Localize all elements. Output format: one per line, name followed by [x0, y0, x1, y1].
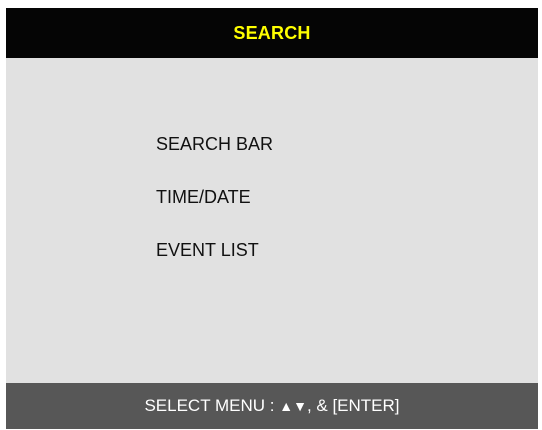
hint-bar: SELECT MENU : ▲▼, & [ENTER]: [6, 383, 538, 429]
menu-item-search-bar[interactable]: SEARCH BAR: [156, 130, 273, 158]
navigation-hint: SELECT MENU : ▲▼, & [ENTER]: [144, 396, 399, 416]
search-menu-list: SEARCH BAR TIME/DATE EVENT LIST: [156, 130, 273, 289]
hint-prefix: SELECT MENU :: [144, 396, 280, 415]
menu-item-event-list[interactable]: EVENT LIST: [156, 236, 273, 264]
search-menu-panel: SEARCH SEARCH BAR TIME/DATE EVENT LIST S…: [6, 8, 538, 429]
page-title: SEARCH: [233, 22, 311, 43]
title-bar: SEARCH: [6, 8, 538, 58]
hint-suffix: , & [ENTER]: [306, 396, 400, 415]
menu-item-time-date[interactable]: TIME/DATE: [156, 183, 273, 211]
up-down-arrows-icon: ▲▼: [279, 398, 307, 414]
